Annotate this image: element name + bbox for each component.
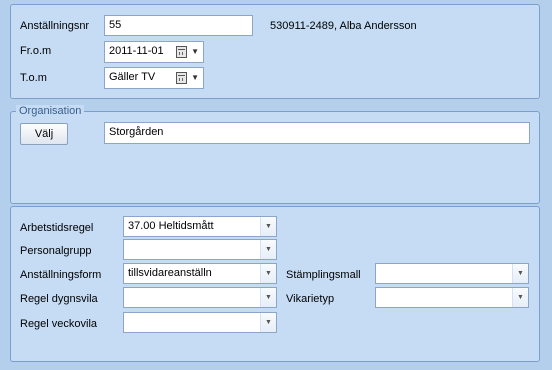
- employment-panel: [10, 4, 540, 99]
- employment-number-input[interactable]: 55: [104, 15, 253, 36]
- stamplingsmall-select[interactable]: ▼: [375, 263, 529, 284]
- chevron-down-icon[interactable]: ▼: [260, 217, 276, 236]
- arbetstidsregel-select[interactable]: 37.00 Heltidsmått ▼: [123, 216, 277, 237]
- chevron-down-icon[interactable]: ▼: [191, 73, 199, 82]
- arbetstidsregel-value: 37.00 Heltidsmått: [128, 220, 214, 232]
- anstallningsform-select[interactable]: tillsvidareanställn ▼: [123, 263, 277, 284]
- arbetstidsregel-label: Arbetstidsregel: [20, 222, 94, 234]
- to-date-picker[interactable]: Gäller TV ▼: [104, 67, 204, 89]
- vikarietyp-select[interactable]: ▼: [375, 287, 529, 308]
- organisation-input[interactable]: Storgården: [104, 122, 530, 144]
- organisation-group-title: Organisation: [16, 105, 85, 117]
- regel-dygnsvila-select[interactable]: ▼: [123, 287, 277, 308]
- from-date-value: 2011-11-01: [109, 45, 164, 57]
- personalgrupp-label: Personalgrupp: [20, 245, 92, 257]
- chevron-down-icon[interactable]: ▼: [512, 264, 528, 283]
- person-info: 530911-2489, Alba Andersson: [270, 20, 417, 32]
- calendar-icon[interactable]: [176, 46, 187, 58]
- anstallningsform-value: tillsvidareanställn: [128, 267, 212, 279]
- chevron-down-icon[interactable]: ▼: [512, 288, 528, 307]
- chevron-down-icon[interactable]: ▼: [260, 313, 276, 332]
- chevron-down-icon[interactable]: ▼: [260, 288, 276, 307]
- select-organisation-button[interactable]: Välj: [20, 123, 68, 145]
- chevron-down-icon[interactable]: ▼: [260, 264, 276, 283]
- from-date-picker[interactable]: 2011-11-01 ▼: [104, 41, 204, 63]
- chevron-down-icon[interactable]: ▼: [260, 240, 276, 259]
- regel-veckovila-select[interactable]: ▼: [123, 312, 277, 333]
- anstallningsform-label: Anställningsform: [20, 269, 102, 281]
- personalgrupp-select[interactable]: ▼: [123, 239, 277, 260]
- stamplingsmall-label: Stämplingsmall: [286, 269, 361, 281]
- regel-dygnsvila-label: Regel dygnsvila: [20, 293, 98, 305]
- to-date-value: Gäller TV: [109, 71, 156, 83]
- employment-number-label: Anställningsnr: [20, 20, 90, 32]
- calendar-icon[interactable]: [176, 72, 187, 84]
- regel-veckovila-label: Regel veckovila: [20, 318, 98, 330]
- from-date-label: Fr.o.m: [20, 45, 52, 57]
- chevron-down-icon[interactable]: ▼: [191, 47, 199, 56]
- vikarietyp-label: Vikarietyp: [286, 293, 335, 305]
- to-date-label: T.o.m: [20, 72, 47, 84]
